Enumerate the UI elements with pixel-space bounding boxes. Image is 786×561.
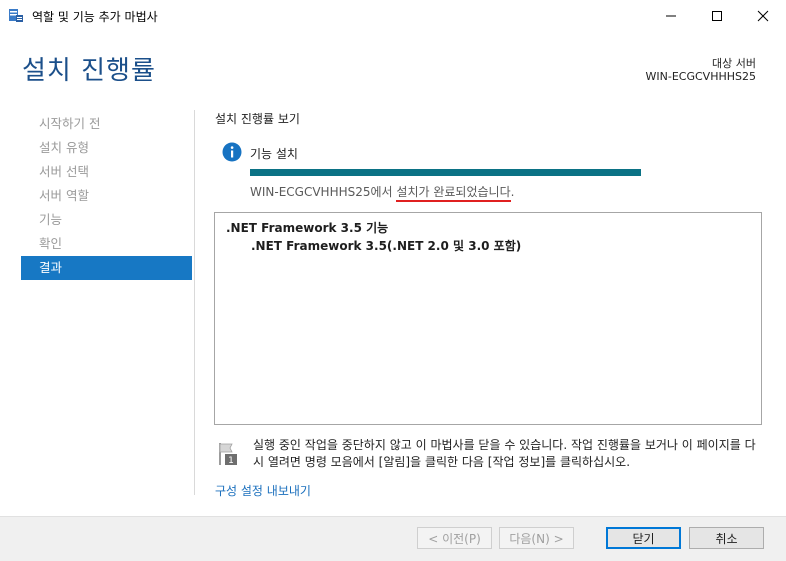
notification-badge: 1 — [228, 456, 234, 466]
maximize-button[interactable] — [694, 0, 740, 31]
step-server-selection: 서버 선택 — [39, 164, 89, 179]
server-manager-icon — [8, 7, 24, 23]
progress-fill — [250, 169, 641, 176]
step-server-roles: 서버 역할 — [39, 188, 89, 203]
install-status: WIN-ECGCVHHHS25에서 설치가 완료되었습니다. — [250, 183, 515, 202]
maximize-icon — [712, 10, 722, 21]
export-settings-link[interactable]: 구성 설정 내보내기 — [215, 482, 311, 499]
vertical-divider — [194, 110, 195, 495]
close-wizard-note: 실행 중인 작업을 중단하지 않고 이 마법사를 닫을 수 있습니다. 작업 진… — [253, 438, 756, 469]
close-window-button[interactable] — [740, 0, 786, 31]
feature-install-label: 기능 설치 — [250, 147, 298, 161]
target-server-value: WIN-ECGCVHHHS25 — [645, 70, 756, 83]
close-button[interactable]: 닫기 — [606, 527, 681, 549]
target-server-label: 대상 서버 — [712, 57, 756, 70]
result-feature: .NET Framework 3.5 기능 — [226, 221, 389, 235]
section-title: 설치 진행률 보기 — [215, 112, 300, 126]
notification-flag-icon: 1 — [216, 441, 242, 467]
wizard-footer: < 이전(P) 다음(N) > 닫기 취소 — [0, 516, 786, 561]
page-title: 설치 진행률 — [22, 56, 156, 86]
install-progress-bar — [250, 169, 641, 176]
status-suffix: . — [510, 185, 515, 199]
info-icon — [222, 142, 242, 162]
next-button[interactable]: 다음(N) > — [499, 527, 574, 549]
minimize-button[interactable] — [648, 0, 694, 31]
step-before-you-begin: 시작하기 전 — [39, 116, 101, 131]
step-results[interactable]: 결과 — [21, 256, 192, 280]
previous-button[interactable]: < 이전(P) — [417, 527, 492, 549]
step-features: 기능 — [39, 212, 63, 227]
status-prefix: WIN-ECGCVHHHS25에서 — [250, 185, 397, 199]
status-complete: 설치가 완료되었습니다 — [396, 185, 511, 202]
step-confirmation: 확인 — [39, 236, 63, 251]
step-installation-type: 설치 유형 — [39, 140, 89, 155]
cancel-button[interactable]: 취소 — [689, 527, 764, 549]
close-icon — [757, 10, 769, 21]
title-bar: 역할 및 기능 추가 마법사 — [0, 0, 786, 31]
results-list[interactable]: .NET Framework 3.5 기능 .NET Framework 3.5… — [214, 212, 762, 425]
wizard-steps: 시작하기 전 설치 유형 서버 선택 서버 역할 기능 확인 결과 — [21, 112, 192, 280]
result-sub-feature: .NET Framework 3.5(.NET 2.0 및 3.0 포함) — [251, 239, 522, 253]
window-title: 역할 및 기능 추가 마법사 — [32, 10, 158, 24]
minimize-icon — [666, 15, 676, 16]
